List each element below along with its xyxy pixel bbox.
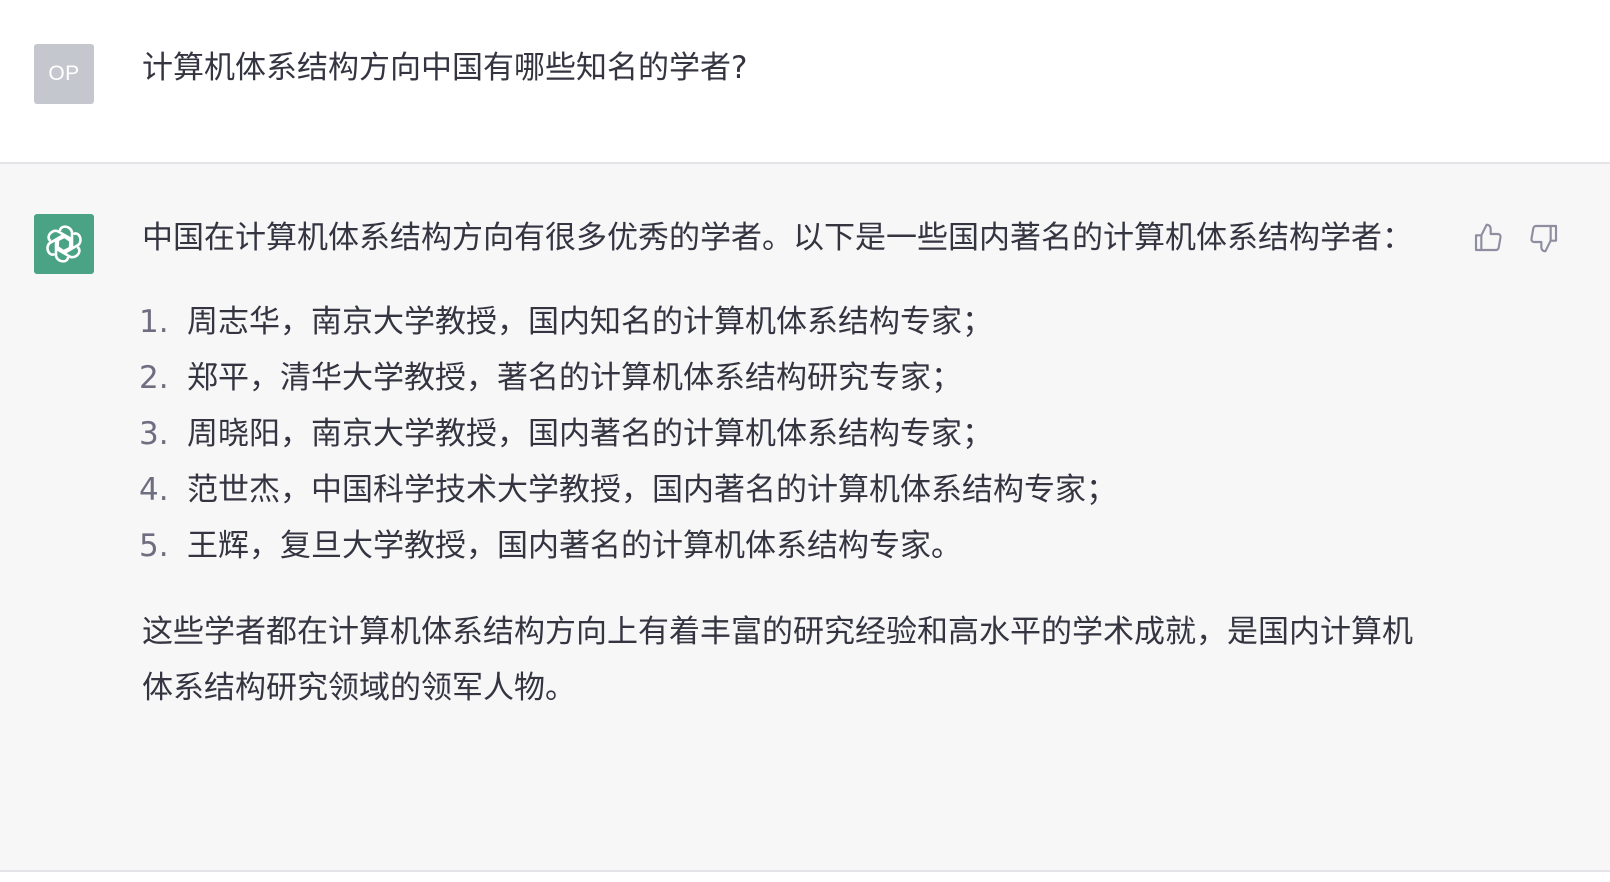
user-message-text: 计算机体系结构方向中国有哪些知名的学者? — [142, 50, 748, 86]
list-item: 2. 郑平，清华大学教授，著名的计算机体系结构研究专家； — [139, 350, 1432, 406]
assistant-avatar — [34, 214, 94, 274]
user-avatar-initials: OP — [48, 62, 80, 85]
thumbs-down-button[interactable] — [1524, 218, 1564, 258]
assistant-conclusion-text: 这些学者都在计算机体系结构方向上有着丰富的研究经验和高水平的学术成就，是国内计算… — [142, 614, 1413, 706]
user-avatar: OP — [34, 44, 94, 104]
user-message-row: OP 计算机体系结构方向中国有哪些知名的学者? — [0, 0, 1610, 164]
list-item-text: 郑平，清华大学教授，著名的计算机体系结构研究专家； — [187, 360, 962, 396]
list-item-number: 4. — [139, 472, 169, 508]
list-item-number: 3. — [139, 416, 169, 452]
thumbs-up-button[interactable] — [1468, 218, 1508, 258]
assistant-intro-text: 中国在计算机体系结构方向有很多优秀的学者。以下是一些国内著名的计算机体系结构学者… — [142, 220, 1413, 256]
list-item-number: 1. — [139, 304, 169, 340]
list-item: 4. 范世杰，中国科学技术大学教授，国内著名的计算机体系结构专家； — [139, 462, 1432, 518]
list-item: 1. 周志华，南京大学教授，国内知名的计算机体系结构专家； — [139, 294, 1432, 350]
scholar-list: 1. 周志华，南京大学教授，国内知名的计算机体系结构专家； 2. 郑平，清华大学… — [139, 294, 1432, 574]
list-item-number: 2. — [139, 360, 169, 396]
page-bottom — [0, 872, 1610, 882]
chat-page: OP 计算机体系结构方向中国有哪些知名的学者? 中国在计算机体系结构方向有很多优… — [0, 0, 1610, 882]
list-item-text: 周志华，南京大学教授，国内知名的计算机体系结构专家； — [187, 304, 993, 340]
thumbs-down-icon — [1530, 224, 1558, 253]
list-item: 3. 周晓阳，南京大学教授，国内著名的计算机体系结构专家； — [139, 406, 1432, 462]
thumbs-up-icon — [1474, 223, 1502, 252]
assistant-message-row: 中国在计算机体系结构方向有很多优秀的学者。以下是一些国内著名的计算机体系结构学者… — [0, 164, 1610, 872]
assistant-message-content: 中国在计算机体系结构方向有很多优秀的学者。以下是一些国内著名的计算机体系结构学者… — [139, 210, 1432, 716]
list-item-text: 周晓阳，南京大学教授，国内著名的计算机体系结构专家； — [187, 416, 993, 452]
openai-logo-icon — [46, 225, 82, 263]
list-item-text: 范世杰，中国科学技术大学教授，国内著名的计算机体系结构专家； — [187, 472, 1117, 508]
list-item-text: 王辉，复旦大学教授，国内著名的计算机体系结构专家。 — [187, 528, 962, 564]
list-item-number: 5. — [139, 528, 169, 564]
list-item: 5. 王辉，复旦大学教授，国内著名的计算机体系结构专家。 — [139, 518, 1432, 574]
